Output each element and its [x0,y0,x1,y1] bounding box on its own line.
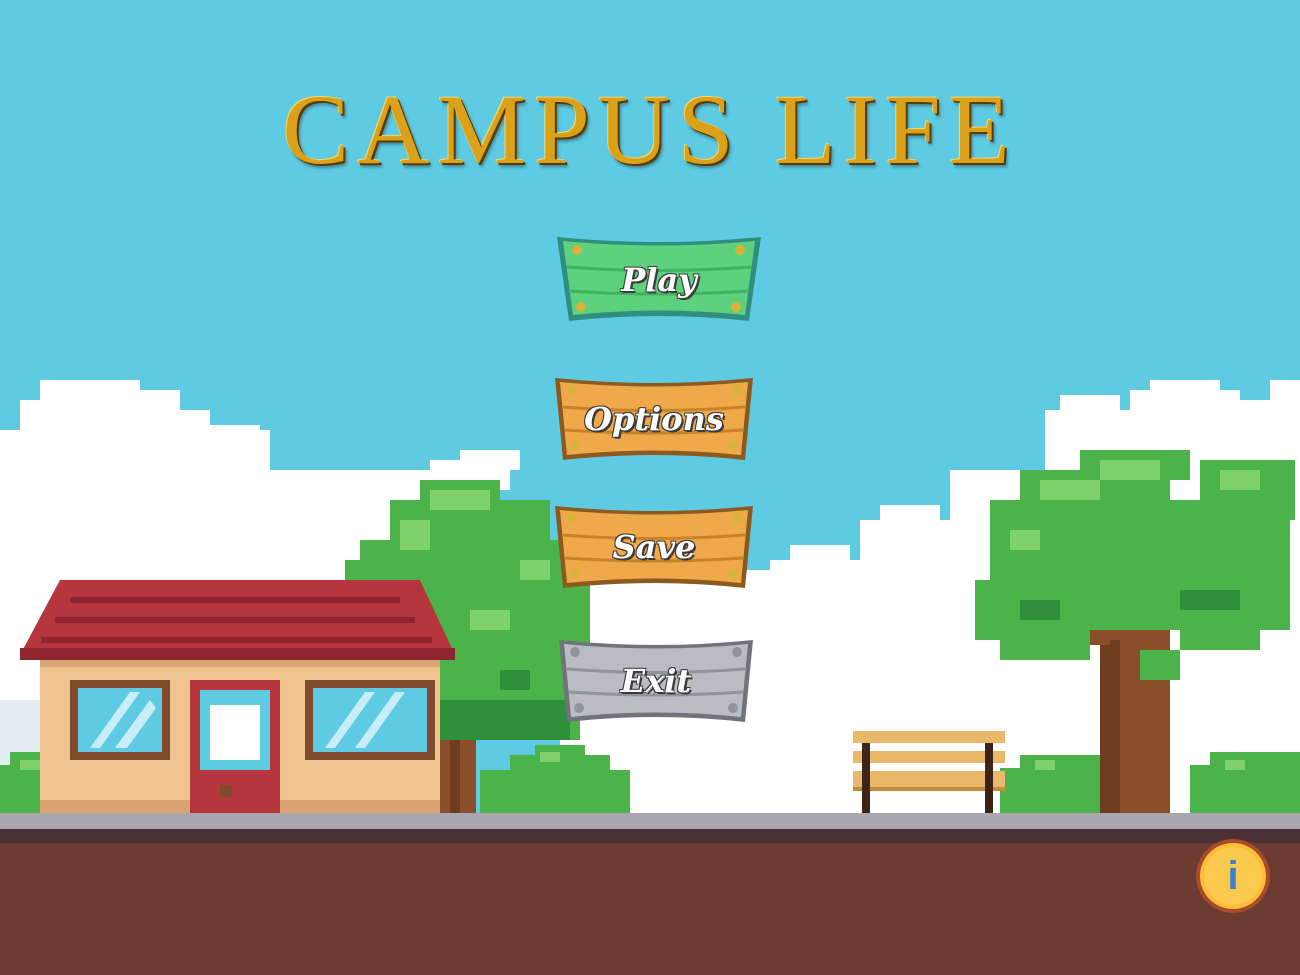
info-button[interactable]: i [1195,838,1271,914]
options-button-label: Options [584,400,724,438]
sidewalk [0,813,1300,829]
building [20,580,455,815]
options-button[interactable]: Options [551,374,757,464]
play-button[interactable]: Play [553,233,765,327]
info-icon-glyph: i [1227,853,1239,898]
play-button-label: Play [621,261,697,299]
exit-button-label: Exit [620,662,692,700]
ground [0,843,1300,975]
save-button[interactable]: Save [551,502,757,592]
exit-button[interactable]: Exit [555,636,757,726]
save-button-label: Save [612,528,696,566]
game-title: CAMPUS LIFE [282,74,1018,185]
